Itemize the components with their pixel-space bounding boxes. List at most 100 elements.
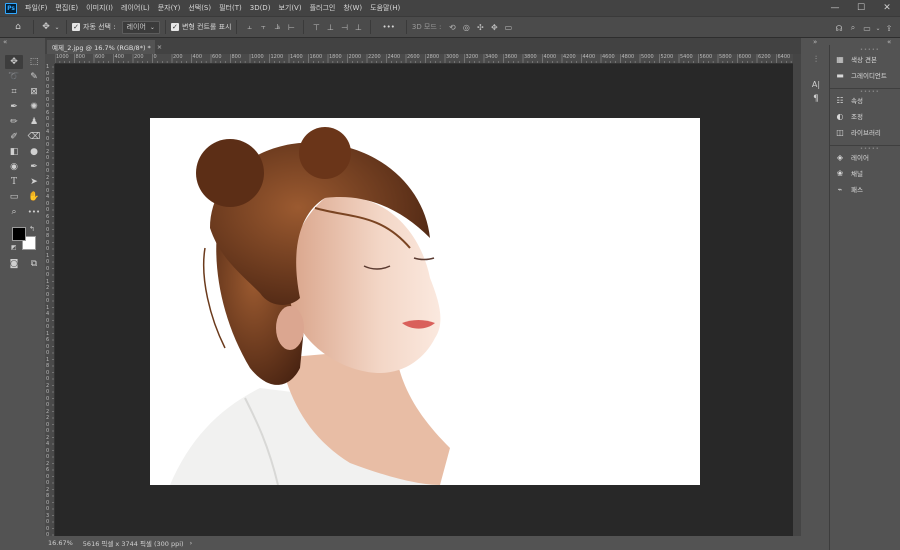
minimize-button[interactable]: —: [822, 0, 848, 16]
path-select-tool-icon[interactable]: ➤: [25, 175, 43, 189]
eyedropper-tool-icon[interactable]: ✒: [5, 100, 23, 114]
3d-slide-icon[interactable]: ✥: [487, 19, 501, 35]
brush-tool-icon[interactable]: ✏: [5, 115, 23, 129]
document-canvas[interactable]: [150, 118, 700, 485]
document-tab[interactable]: 예제_2.jpg @ 16.7% (RGB/8*) * ×: [47, 40, 162, 54]
align-bottom-icon[interactable]: ⫡: [270, 19, 284, 35]
distribute-bottom-icon[interactable]: ⊣: [337, 19, 351, 35]
panel-channels[interactable]: ❀ 채널: [834, 166, 863, 180]
panel-label: 라이브러리: [851, 129, 881, 137]
clone-stamp-tool-icon[interactable]: ♟: [25, 115, 43, 129]
align-left-icon[interactable]: ⊢: [284, 19, 298, 35]
share-user-icon[interactable]: ☊: [832, 20, 846, 36]
move-tool-icon[interactable]: ✥: [5, 55, 23, 69]
edit-toolbar-icon[interactable]: •••: [25, 205, 43, 219]
paragraph-panel-icon[interactable]: ¶: [807, 92, 825, 106]
document-info: 5616 픽셀 x 3744 픽셀 (300 ppi): [82, 540, 184, 548]
panel-layers[interactable]: ◈ 레이어: [834, 150, 869, 164]
move-tool-icon[interactable]: ✥: [39, 19, 53, 35]
auto-select-label: 자동 선택 :: [83, 23, 116, 31]
panel-libraries[interactable]: ◫ 라이브러리: [834, 125, 881, 139]
chevron-down-icon[interactable]: ⌄: [53, 19, 61, 35]
transform-controls-checkbox[interactable]: ✓: [170, 23, 179, 31]
menu-file[interactable]: 파일(F): [21, 3, 51, 13]
menu-select[interactable]: 선택(S): [184, 3, 215, 13]
history-panel-icon[interactable]: ⫶: [807, 53, 825, 67]
vertical-ruler[interactable]: 1000800600400200020040060080010001200140…: [45, 64, 55, 536]
ruler-label: 4000: [543, 54, 557, 60]
ruler-label: 600: [95, 54, 105, 60]
default-colors-icon[interactable]: ◩: [11, 244, 17, 251]
horizontal-ruler[interactable]: 1000 800 600 400 200 0 200 400 600 800 1000 1200 140…: [55, 54, 793, 64]
chevron-down-icon[interactable]: ⌄: [874, 20, 882, 36]
panel-paths[interactable]: ⌁ 패스: [834, 182, 863, 196]
divider: [66, 20, 67, 34]
ruler-label: 200: [134, 54, 144, 60]
lasso-tool-icon[interactable]: ➰: [5, 70, 23, 84]
align-top-icon[interactable]: ⫠: [242, 19, 256, 35]
crop-tool-icon[interactable]: ⌗: [5, 85, 23, 99]
distribute-top-icon[interactable]: ⊤: [309, 19, 323, 35]
hand-tool-icon[interactable]: ✋: [25, 190, 43, 204]
zoom-level[interactable]: 16.67%: [48, 539, 73, 547]
ruler-label: 5000: [641, 54, 654, 60]
panel-column: ••••• ▦ 색상 견본 ▬ 그레이디언트 ••••• ☷ 속성 ◐ 조정 ◫ 라이브러…: [829, 45, 900, 550]
distribute-right-icon[interactable]: ⊥: [351, 19, 365, 35]
3d-rotate-icon[interactable]: ⟲: [445, 19, 459, 35]
menu-3d[interactable]: 3D(D): [246, 4, 275, 12]
vertical-scrollbar[interactable]: [793, 54, 801, 536]
ruler-label: 2200: [368, 54, 381, 60]
workspace-icon[interactable]: ▭: [860, 20, 874, 36]
ruler-label: 3800: [524, 54, 537, 60]
history-brush-tool-icon[interactable]: ✐: [5, 130, 23, 144]
menu-filter[interactable]: 필터(T): [215, 3, 246, 13]
rectangle-tool-icon[interactable]: ▭: [5, 190, 23, 204]
marquee-tool-icon[interactable]: ⬚: [25, 55, 43, 69]
menu-plugins[interactable]: 플러그인: [306, 3, 340, 13]
3d-roll-icon[interactable]: ◎: [459, 19, 473, 35]
close-tab-icon[interactable]: ×: [157, 43, 162, 51]
home-icon[interactable]: ⌂: [8, 19, 28, 35]
dodge-tool-icon[interactable]: ◉: [5, 160, 23, 174]
type-tool-icon[interactable]: T: [5, 175, 23, 189]
3d-drag-icon[interactable]: ✣: [473, 19, 487, 35]
panel-swatches[interactable]: ▦ 색상 견본: [834, 52, 877, 66]
spot-healing-tool-icon[interactable]: ✺: [25, 100, 43, 114]
menu-layer[interactable]: 레이어(L): [117, 3, 154, 13]
auto-select-dropdown[interactable]: 레이어 ⌄: [121, 20, 160, 34]
distribute-vcenter-icon[interactable]: ⊥: [323, 19, 337, 35]
swap-colors-icon[interactable]: ↰: [29, 225, 35, 233]
gradients-icon: ▬: [836, 70, 844, 80]
menu-image[interactable]: 이미지(I): [82, 3, 117, 13]
menu-type[interactable]: 문자(Y): [154, 3, 185, 13]
share-icon[interactable]: ⇪: [882, 20, 896, 36]
close-window-button[interactable]: ✕: [874, 0, 900, 16]
ruler-label: 2400: [387, 54, 401, 60]
channels-icon: ❀: [836, 168, 844, 178]
screen-mode-icon[interactable]: ⧉: [25, 257, 43, 271]
quick-mask-icon[interactable]: ◙: [5, 257, 23, 271]
align-vcenter-icon[interactable]: ⫟: [256, 19, 270, 35]
character-panel-icon[interactable]: A|: [807, 77, 825, 91]
menu-edit[interactable]: 편집(E): [51, 3, 82, 13]
panel-properties[interactable]: ☷ 속성: [834, 93, 863, 107]
status-menu-arrow[interactable]: ›: [190, 539, 193, 547]
eraser-tool-icon[interactable]: ⌫: [25, 130, 43, 144]
menu-view[interactable]: 보기(V): [274, 3, 305, 13]
3d-camera-icon[interactable]: ▭: [501, 19, 515, 35]
quick-select-tool-icon[interactable]: ✎: [25, 70, 43, 84]
gradient-tool-icon[interactable]: ◧: [5, 145, 23, 159]
foreground-color-swatch[interactable]: [12, 227, 26, 241]
more-options-button[interactable]: •••: [382, 23, 394, 31]
frame-tool-icon[interactable]: ⊠: [25, 85, 43, 99]
pen-tool-icon[interactable]: ✒: [25, 160, 43, 174]
maximize-button[interactable]: ☐: [848, 0, 874, 16]
auto-select-checkbox[interactable]: ✓: [72, 23, 80, 31]
menu-window[interactable]: 창(W): [339, 3, 366, 13]
zoom-tool-icon[interactable]: ⌕: [5, 205, 23, 219]
panel-gradients[interactable]: ▬ 그레이디언트: [834, 68, 887, 82]
panel-adjustments[interactable]: ◐ 조정: [834, 109, 863, 123]
blur-tool-icon[interactable]: ●: [25, 145, 43, 159]
menu-help[interactable]: 도움말(H): [366, 3, 404, 13]
search-icon[interactable]: ⌕: [846, 20, 860, 36]
